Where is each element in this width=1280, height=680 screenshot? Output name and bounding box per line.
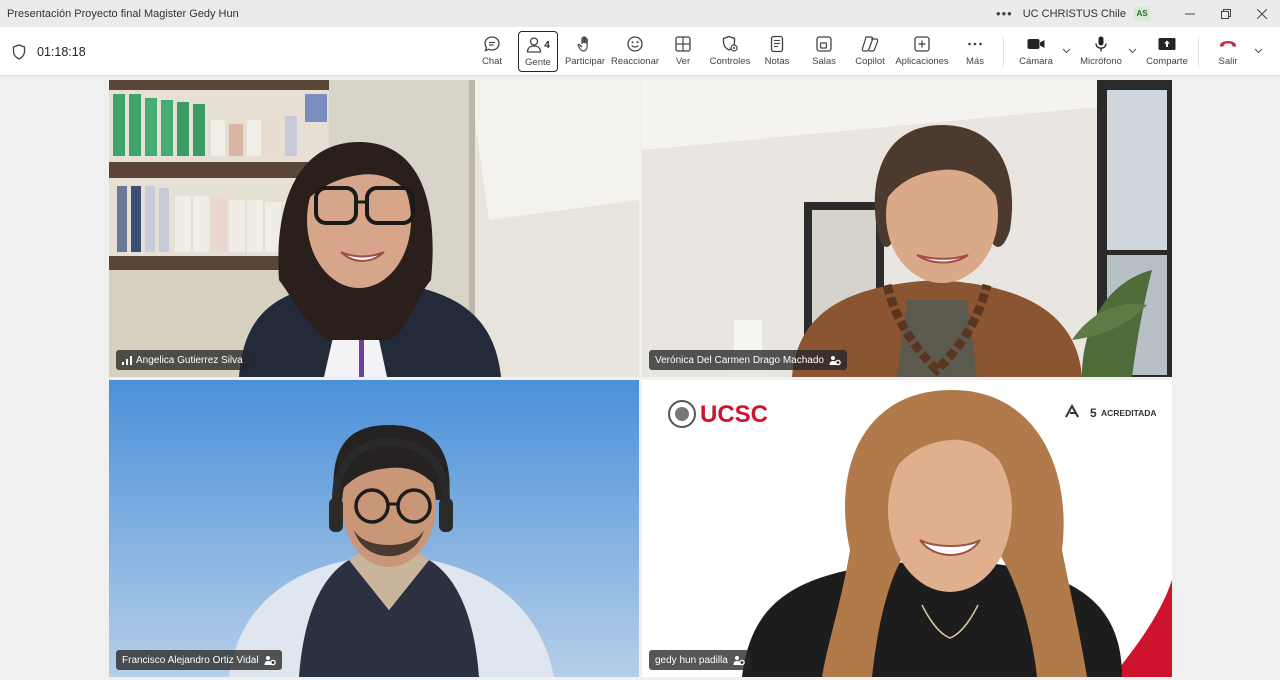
people-pin-icon [829,355,841,366]
camera-icon [1027,39,1045,49]
smiley-icon [627,36,643,52]
accreditation-label: ACREDITADA [1101,408,1157,418]
controls-label: Controles [709,56,751,67]
video-tile-1[interactable]: Angelica Gutierrez Silva [109,80,639,377]
microphone-label: Micrófono [1080,56,1122,67]
people-pin-icon [733,655,745,666]
participant-name: Verónica Del Carmen Drago Machado [655,354,824,366]
more-icon [968,42,982,46]
elapsed-time: 01:18:18 [37,44,86,59]
more-button[interactable]: Más [962,31,988,72]
rooms-button[interactable]: Salas [810,31,838,72]
participant-name-tag: Angelica Gutierrez Silva [116,350,249,370]
add-apps-icon [914,36,930,52]
meeting-timer: 01:18:18 [12,27,86,76]
restore-button[interactable] [1208,0,1244,27]
video-tile-2[interactable]: Verónica Del Carmen Drago Machado [642,80,1172,377]
people-icon [527,37,542,53]
leave-options-chevron-icon[interactable] [1254,46,1263,56]
notes-button[interactable]: Notas [762,31,792,72]
title-bar: Presentación Proyecto final Magister Ged… [0,0,1280,27]
ucsc-logo: UCSC [700,401,769,428]
participant-name: Angelica Gutierrez Silva [136,354,243,366]
participant-name-tag: Verónica Del Carmen Drago Machado [649,350,847,370]
people-pin-icon [264,655,276,666]
leave-button[interactable]: Salir [1216,31,1240,72]
video-tile-3[interactable]: Francisco Alejandro Ortiz Vidal [109,380,639,677]
window-title: Presentación Proyecto final Magister Ged… [7,7,239,20]
title-bar-controls: ••• UC CHRISTUS Chile AS [996,0,1280,27]
video-tile-4[interactable]: UCSC 5 ACREDITADA gedy hun padilla [642,380,1172,677]
org-name[interactable]: UC CHRISTUS Chile [1023,8,1126,20]
rooms-label: Salas [812,56,836,67]
participant-name-tag: gedy hun padilla [649,650,751,670]
participant-video [642,80,1172,377]
more-label: Más [966,56,984,67]
participant-video [109,380,639,677]
share-screen-icon [1158,38,1176,50]
hang-up-icon [1220,41,1236,47]
share-button[interactable]: Comparte [1145,31,1189,72]
camera-options-chevron-icon[interactable] [1062,46,1071,56]
microphone-options-chevron-icon[interactable] [1128,46,1137,56]
leave-label: Salir [1218,56,1238,67]
raise-hand-label: Participar [564,56,606,67]
controls-button[interactable]: Controles [708,31,752,72]
raise-hand-button[interactable]: Participar [564,31,606,72]
chat-button[interactable]: Chat [474,31,510,72]
react-label: Reaccionar [610,56,660,67]
notes-label: Notas [764,56,790,67]
signal-strength-icon [122,355,132,365]
apps-label: Aplicaciones [895,56,949,67]
meeting-toolbar: 01:18:18 Chat 4 Gente Participar Reaccio… [0,27,1280,76]
people-label: Gente [525,57,551,68]
copilot-label: Copilot [855,56,885,67]
camera-button[interactable]: Cámara [1018,31,1054,72]
shield-gear-icon [722,35,738,52]
close-button[interactable] [1244,0,1280,27]
toolbar-divider [1198,37,1199,67]
participant-name: gedy hun padilla [655,654,728,666]
accreditation-years: 5 [1090,406,1097,420]
share-label: Comparte [1146,56,1188,67]
participant-name-tag: Francisco Alejandro Ortiz Vidal [116,650,282,670]
chat-label: Chat [481,56,503,67]
toolbar-divider [1003,37,1004,67]
notes-icon [770,35,784,53]
grid-view-icon [675,36,691,52]
people-count: 4 [544,39,550,51]
people-button[interactable]: 4 Gente [518,31,558,72]
avatar[interactable]: AS [1134,6,1150,21]
breakout-rooms-icon [816,36,832,52]
microphone-icon [1095,36,1107,52]
microphone-button[interactable]: Micrófono [1078,31,1124,72]
participant-video [109,80,639,377]
shield-icon [12,43,26,60]
view-label: Ver [675,56,691,67]
hand-icon [577,36,588,52]
copilot-button[interactable]: Copilot [853,31,887,72]
react-button[interactable]: Reaccionar [610,31,660,72]
more-options-icon[interactable]: ••• [996,6,1013,21]
copilot-icon [861,36,879,52]
chat-icon [484,36,500,52]
camera-label: Cámara [1019,56,1053,67]
participant-name: Francisco Alejandro Ortiz Vidal [122,654,259,666]
view-button[interactable]: Ver [670,31,696,72]
minimize-button[interactable] [1172,0,1208,27]
apps-button[interactable]: Aplicaciones [895,31,949,72]
